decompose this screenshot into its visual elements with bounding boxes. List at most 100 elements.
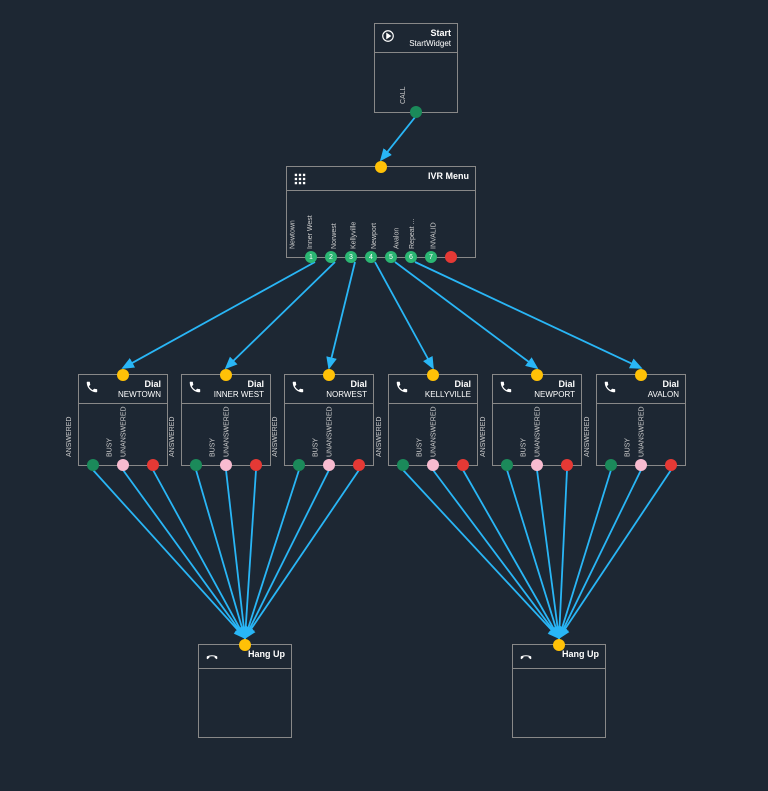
output-port[interactable]: 3Norwest [345,251,357,263]
widget-title: Dial [415,379,471,390]
grid-icon [293,172,307,186]
input-port[interactable] [553,639,565,651]
ivr-menu-widget[interactable]: IVR Menu 1Newtown2Inner West3Norwest4Kel… [286,166,476,258]
output-port[interactable]: ANSWERED [87,459,99,471]
port-label: Inner West [307,215,314,249]
connection-line [559,470,671,638]
port-label: UNANSWERED [327,406,334,457]
input-port[interactable] [220,369,232,381]
output-port[interactable]: ANSWERED [293,459,305,471]
connection-line [381,116,416,160]
output-port[interactable]: BUSY [427,459,439,471]
port-label: BUSY [312,438,319,457]
input-port[interactable] [635,369,647,381]
connection-line [403,470,559,638]
connection-line [245,470,329,638]
input-port[interactable] [427,369,439,381]
connection-line [375,262,433,368]
widget-subtitle: NORWEST [311,390,367,400]
output-port[interactable]: UNANSWERED [250,459,262,471]
widget-subtitle: INNER WEST [208,390,264,400]
widget-title: Dial [208,379,264,390]
connection-line [537,470,559,638]
output-port[interactable]: CALL [410,106,422,118]
hangup-widget[interactable]: Hang Up [512,644,606,738]
phone-icon [499,380,513,394]
connection-line [93,470,245,638]
phone-down-icon [519,650,533,664]
widget-title: Hang Up [539,649,599,660]
dial-widget[interactable]: Dial NORWEST ANSWERED BUSY UNANSWERED [284,374,374,466]
widget-title: Dial [623,379,679,390]
output-port[interactable]: 4Kellyville [365,251,377,263]
widget-title: Dial [105,379,161,390]
connection-line [123,470,245,638]
input-port[interactable] [239,639,251,651]
connection-line [245,470,299,638]
widget-subtitle: StartWidget [401,39,451,49]
port-label: ANSWERED [584,417,591,457]
input-port[interactable] [323,369,335,381]
widget-subtitle: KELLYVILLE [415,390,471,400]
output-port[interactable]: 6Avalon [405,251,417,263]
dial-widget[interactable]: Dial AVALON ANSWERED BUSY UNANSWERED [596,374,686,466]
output-port[interactable]: ANSWERED [605,459,617,471]
output-port[interactable]: 2Inner West [325,251,337,263]
output-port[interactable]: INVALID [445,251,457,263]
output-port[interactable]: BUSY [531,459,543,471]
port-label: UNANSWERED [535,406,542,457]
output-port[interactable]: UNANSWERED [147,459,159,471]
port-label: Repeat ... [409,219,416,249]
phone-icon [85,380,99,394]
output-port[interactable]: ANSWERED [190,459,202,471]
output-port[interactable]: 1Newtown [305,251,317,263]
port-label: UNANSWERED [224,406,231,457]
port-label: Avalon [393,228,400,249]
connection-line [196,470,245,638]
connection-line [123,262,315,368]
port-label: UNANSWERED [639,406,646,457]
connection-line [415,262,641,368]
output-port[interactable]: BUSY [220,459,232,471]
connection-line [559,470,567,638]
output-port[interactable]: 7Repeat ... [425,251,437,263]
widget-title: Dial [311,379,367,390]
output-port[interactable]: ANSWERED [501,459,513,471]
output-port[interactable]: UNANSWERED [457,459,469,471]
port-label: Kellyville [350,222,357,249]
start-widget[interactable]: Start StartWidget CALL [374,23,458,113]
port-label: BUSY [520,438,527,457]
connection-line [507,470,559,638]
phone-icon [395,380,409,394]
play-circle-icon [381,29,395,43]
output-port[interactable]: UNANSWERED [665,459,677,471]
output-port[interactable]: UNANSWERED [353,459,365,471]
phone-icon [188,380,202,394]
input-port[interactable] [117,369,129,381]
input-port[interactable] [375,161,387,173]
output-port[interactable]: BUSY [635,459,647,471]
connection-line [559,470,641,638]
port-label: ANSWERED [480,417,487,457]
dial-widget[interactable]: Dial INNER WEST ANSWERED BUSY UNANSWERED [181,374,271,466]
port-label: UNANSWERED [121,406,128,457]
hangup-widget[interactable]: Hang Up [198,644,292,738]
dial-widget[interactable]: Dial NEWTOWN ANSWERED BUSY UNANSWERED [78,374,168,466]
connection-line [226,262,335,368]
output-port[interactable]: BUSY [117,459,129,471]
phone-icon [603,380,617,394]
input-port[interactable] [531,369,543,381]
port-label: ANSWERED [272,417,279,457]
port-label: INVALID [431,222,438,249]
phone-down-icon [205,650,219,664]
widget-subtitle: NEWTOWN [105,390,161,400]
connection-line [226,470,245,638]
dial-widget[interactable]: Dial NEWPORT ANSWERED BUSY UNANSWERED [492,374,582,466]
output-port[interactable]: BUSY [323,459,335,471]
connection-line [395,262,537,368]
widget-title: IVR Menu [313,171,469,182]
output-port[interactable]: UNANSWERED [561,459,573,471]
output-port[interactable]: ANSWERED [397,459,409,471]
dial-widget[interactable]: Dial KELLYVILLE ANSWERED BUSY UNANSWERED [388,374,478,466]
output-port[interactable]: 5Newport [385,251,397,263]
